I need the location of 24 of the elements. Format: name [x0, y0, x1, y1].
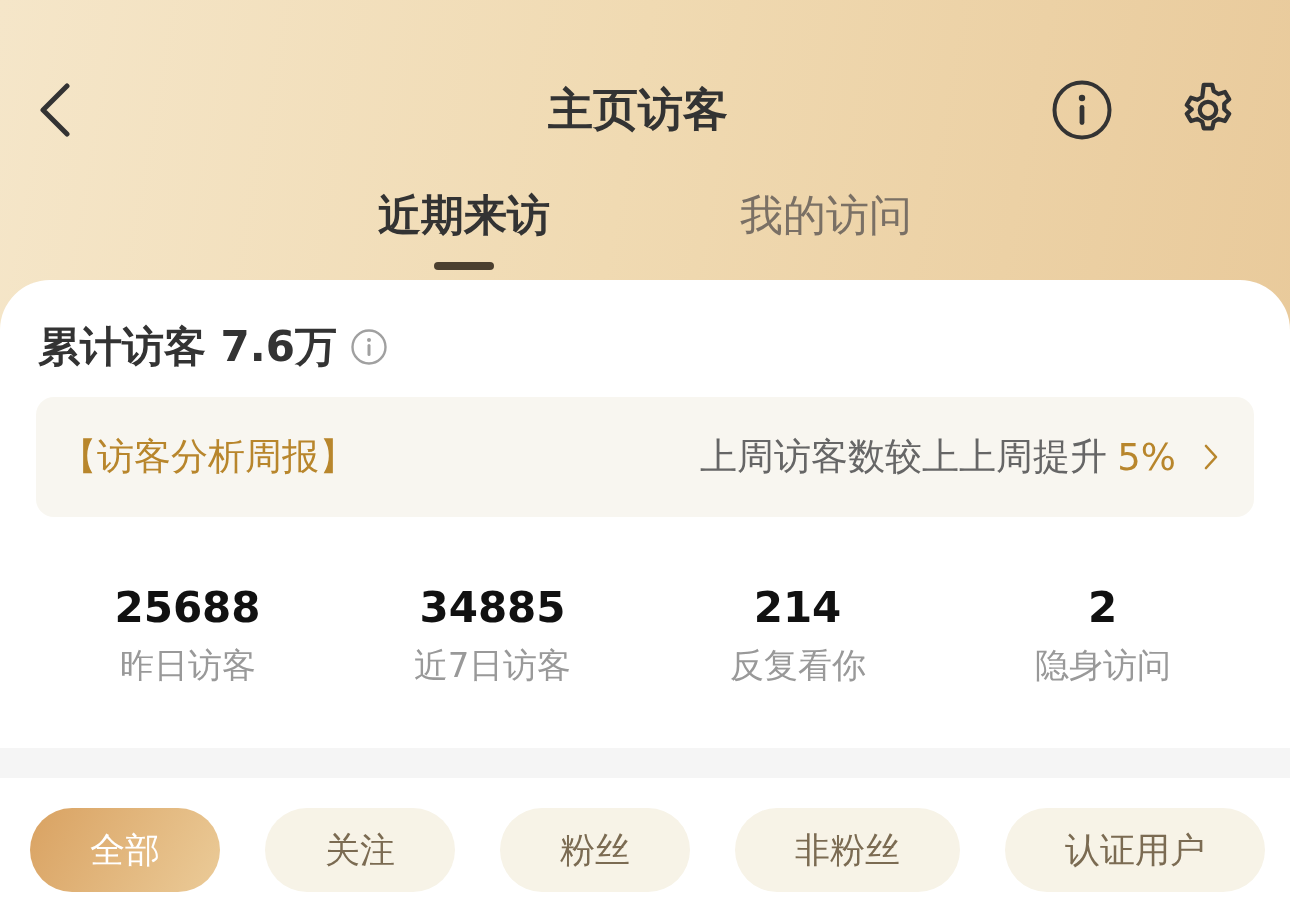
- weekly-report-title: 【访客分析周报】: [60, 434, 356, 480]
- filter-chip[interactable]: 非粉丝: [735, 808, 960, 892]
- stat-value: 34885: [419, 582, 566, 634]
- stat-value: 2: [1087, 582, 1118, 634]
- stat-label: 反复看你: [729, 644, 866, 687]
- stat-label: 近7日访客: [413, 644, 572, 687]
- filter-chip[interactable]: 认证用户: [1005, 808, 1265, 892]
- stat-value: 25688: [114, 582, 261, 634]
- tab[interactable]: 近期来访: [378, 190, 550, 240]
- weekly-report-text: 上周访客数较上上周提升: [700, 434, 1108, 480]
- page-title: 主页访客: [548, 82, 728, 138]
- back-icon[interactable]: [38, 83, 70, 137]
- change-percent: 5%: [1117, 435, 1176, 479]
- chevron-right-icon: [1204, 444, 1218, 470]
- stat-value: 214: [753, 582, 842, 634]
- total-visitors-text: 累计访客 7.6万: [38, 321, 338, 373]
- filter-chip[interactable]: 关注: [265, 808, 455, 892]
- weekly-report-banner[interactable]: 【访客分析周报】 上周访客数较上上周提升 5%: [36, 397, 1254, 517]
- info-icon[interactable]: [1052, 80, 1112, 140]
- tab-underline: [434, 262, 494, 270]
- tab[interactable]: 我的访问: [740, 190, 912, 240]
- stat-label: 隐身访问: [1034, 644, 1171, 687]
- stat-label: 昨日访客: [119, 644, 256, 687]
- filter-chip[interactable]: 粉丝: [500, 808, 690, 892]
